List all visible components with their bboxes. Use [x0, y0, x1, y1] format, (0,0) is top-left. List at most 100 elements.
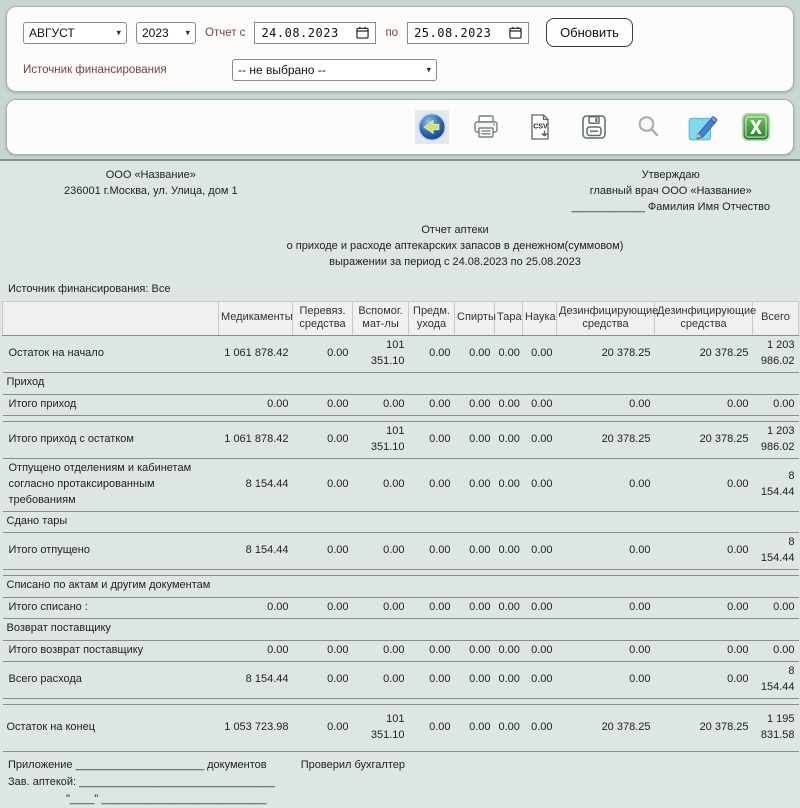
refresh-button[interactable]: Обновить [546, 18, 633, 47]
value-cell: 0.00 [293, 533, 353, 570]
value-cell: 0.00 [409, 704, 455, 751]
org-name: ООО «Название» [64, 168, 238, 184]
value-cell: 0.00 [523, 421, 557, 458]
manager-line: Зав. аптекой: __________________________… [8, 774, 798, 791]
value-cell: 0.00 [219, 598, 293, 619]
value-cell: 1 061 878.42 [219, 421, 293, 458]
toolbar: CSV [6, 99, 794, 155]
back-icon[interactable] [415, 110, 449, 144]
value-cell: 0.00 [455, 641, 495, 662]
calendar-icon[interactable] [356, 26, 369, 39]
checked-by-label: Проверил бухгалтер [301, 759, 405, 771]
section-row: Списано по актам и другим документам [3, 576, 799, 598]
value-cell: 8 154.44 [219, 662, 293, 699]
value-cell: 0.00 [523, 533, 557, 570]
value-cell: 0.00 [293, 598, 353, 619]
row-label-cell: Итого отпущено [3, 533, 219, 570]
section-row: Возврат поставщику [3, 619, 799, 641]
value-cell: 0.00 [353, 394, 409, 415]
search-icon[interactable] [631, 110, 665, 144]
value-cell: 20 378.25 [655, 704, 753, 751]
value-cell: 0.00 [655, 394, 753, 415]
table-row: Итого списано :0.000.000.000.000.000.000… [3, 598, 799, 619]
value-cell: 0.00 [455, 336, 495, 373]
value-cell: 0.00 [455, 704, 495, 751]
excel-export-icon[interactable] [739, 110, 773, 144]
value-cell: 0.00 [523, 641, 557, 662]
value-cell: 0.00 [557, 662, 655, 699]
header-cell: Тара [495, 301, 523, 336]
value-cell: 0.00 [655, 533, 753, 570]
section-label: Возврат поставщику [3, 619, 799, 641]
value-cell: 0.00 [293, 458, 353, 511]
value-cell: 0.00 [523, 336, 557, 373]
month-select[interactable]: АВГУСТ [23, 22, 127, 44]
year-select-wrap: 2023 [136, 22, 196, 44]
report-title: Отчет аптеки о приходе и расходе аптекар… [2, 223, 798, 271]
value-cell: 0.00 [409, 533, 455, 570]
calendar-icon[interactable] [509, 26, 522, 39]
value-cell: 1 203 986.02 [753, 421, 799, 458]
section-label: Списано по актам и другим документам [3, 576, 799, 598]
value-cell: 0.00 [455, 598, 495, 619]
value-cell: 0.00 [219, 641, 293, 662]
report-title-line: выражении за период с 24.08.2023 по 25.0… [112, 255, 798, 271]
value-cell: 0.00 [409, 641, 455, 662]
header-cell: Дезинфицирующие средства [655, 301, 753, 336]
value-cell: 0.00 [409, 336, 455, 373]
value-cell: 0.00 [523, 662, 557, 699]
save-icon[interactable] [577, 110, 611, 144]
value-cell: 0.00 [353, 598, 409, 619]
table-row: Остаток на начало1 061 878.420.00101 351… [3, 336, 799, 373]
header-cell-empty [3, 301, 219, 336]
value-cell: 20 378.25 [655, 336, 753, 373]
value-cell: 20 378.25 [557, 421, 655, 458]
value-cell: 0.00 [557, 458, 655, 511]
value-cell: 0.00 [409, 598, 455, 619]
table-row: Итого отпущено8 154.440.000.000.000.000.… [3, 533, 799, 570]
funding-source-select[interactable]: -- не выбрано -- [232, 59, 437, 81]
value-cell: 0.00 [409, 421, 455, 458]
year-select[interactable]: 2023 [136, 22, 196, 44]
period-filter-row: АВГУСТ 2023 Отчет с 24.08.2023 по 25.08.… [23, 18, 777, 47]
print-icon[interactable] [469, 110, 503, 144]
value-cell: 0.00 [455, 421, 495, 458]
approval-block: Утверждаю главный врач ООО «Название» __… [571, 168, 770, 216]
date-blank: ___________________________ [101, 793, 266, 805]
report-header: ООО «Название» 236001 г.Москва, ул. Улиц… [2, 168, 798, 216]
row-label-cell: Всего расхода [3, 662, 219, 699]
funding-filter-row: Источник финансирования -- не выбрано -- [23, 59, 777, 81]
date-from-input[interactable]: 24.08.2023 [254, 22, 376, 44]
csv-export-icon[interactable]: CSV [523, 110, 557, 144]
value-cell: 0.00 [455, 394, 495, 415]
report-title-line: Отчет аптеки [112, 223, 798, 239]
organization-block: ООО «Название» 236001 г.Москва, ул. Улиц… [64, 168, 238, 216]
value-cell: 0.00 [353, 662, 409, 699]
row-label-cell: Итого списано : [3, 598, 219, 619]
value-cell: 1 195 831.58 [753, 704, 799, 751]
table-row: Отпущено отделениям и кабинетам согласно… [3, 458, 799, 511]
edit-icon[interactable] [685, 110, 719, 144]
value-cell: 0.00 [495, 336, 523, 373]
table-row: Всего расхода8 154.440.000.000.000.000.0… [3, 662, 799, 699]
value-cell: 0.00 [523, 394, 557, 415]
svg-text:CSV: CSV [533, 124, 548, 131]
funding-source-label: Источник финансирования [23, 64, 223, 76]
value-cell: 0.00 [353, 641, 409, 662]
value-cell: 0.00 [293, 704, 353, 751]
report-table: МедикаментыПеревяз. средстваВспомог. мат… [2, 301, 799, 752]
value-cell: 0.00 [293, 336, 353, 373]
value-cell: 0.00 [353, 533, 409, 570]
header-cell: Медикаменты [219, 301, 293, 336]
date-to-value: 25.08.2023 [414, 26, 491, 40]
approve-line: Утверждаю [571, 168, 770, 184]
manager-label: Зав. аптекой: [8, 776, 76, 788]
value-cell: 0.00 [293, 641, 353, 662]
value-cell: 0.00 [753, 598, 799, 619]
header-cell: Предм. ухода [409, 301, 455, 336]
row-label-cell: Остаток на начало [3, 336, 219, 373]
value-cell: 0.00 [293, 394, 353, 415]
value-cell: 0.00 [495, 458, 523, 511]
date-to-input[interactable]: 25.08.2023 [407, 22, 529, 44]
value-cell: 0.00 [557, 394, 655, 415]
